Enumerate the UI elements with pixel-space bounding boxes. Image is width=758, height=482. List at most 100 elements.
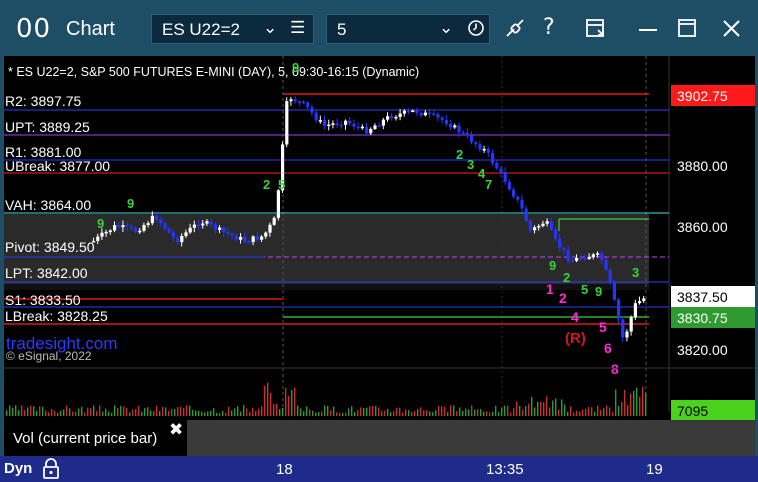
candle-body: [423, 112, 427, 116]
candle-body: [276, 190, 280, 218]
chevron-down-icon[interactable]: ⌄: [263, 18, 277, 38]
candle-body: [444, 119, 448, 124]
candle-body: [297, 101, 301, 104]
volume-bar: [597, 405, 599, 416]
candle-body: [432, 113, 436, 115]
volume-bar: [132, 409, 134, 416]
candle-body: [612, 282, 616, 300]
volume-bar: [165, 407, 167, 416]
volume-bar: [126, 407, 128, 416]
volume-bar: [81, 406, 83, 416]
volume-bar: [150, 410, 152, 416]
interval-selector[interactable]: 5 ⌄: [326, 14, 490, 44]
volume-bar: [579, 411, 581, 416]
chevron-down-icon[interactable]: ⌄: [439, 18, 453, 38]
volume-bar: [159, 411, 161, 416]
clock-icon[interactable]: [467, 19, 485, 37]
close-icon[interactable]: ✖: [169, 420, 183, 440]
volume-bar: [447, 412, 449, 416]
volume-bar: [219, 412, 221, 416]
level-label: R2: 3897.75: [5, 93, 81, 109]
td-setup-count: 4: [571, 309, 579, 325]
volume-bar: [408, 410, 410, 416]
volume-bar: [462, 410, 464, 416]
minimize-icon[interactable]: [636, 18, 660, 40]
volume-bar: [603, 408, 605, 416]
candle-body: [213, 224, 217, 230]
candle-body: [352, 123, 356, 127]
volume-bar: [363, 407, 365, 416]
candle-body: [247, 241, 251, 244]
time-axis-bar: Dyn 18 13:35 19: [0, 456, 758, 482]
candle-body: [381, 119, 385, 126]
td-setup-count: 2: [559, 290, 567, 306]
volume-bar: [372, 405, 374, 416]
volume-bar: [465, 408, 467, 416]
volume-bar: [39, 406, 41, 416]
volume-bar: [573, 412, 575, 416]
td-count: 3: [467, 157, 474, 172]
candle-body: [629, 317, 633, 332]
close-icon[interactable]: [720, 18, 744, 40]
volume-bar: [615, 389, 617, 416]
volume-bar: [147, 407, 149, 416]
volume-bar: [294, 387, 296, 416]
volume-bar: [564, 404, 566, 416]
candle-body: [507, 181, 511, 190]
lock-icon[interactable]: [42, 458, 60, 480]
candle-body: [453, 125, 457, 128]
reversal-marker: (R): [565, 330, 586, 347]
volume-bar: [231, 410, 233, 416]
candle-body: [596, 253, 600, 255]
settings-icon[interactable]: [584, 17, 608, 39]
candle-body: [138, 230, 142, 233]
volume-bar: [357, 410, 359, 416]
candle-body: [566, 250, 570, 261]
td-count: 2: [563, 270, 570, 285]
td-count: 9: [595, 284, 602, 299]
volume-bar: [141, 411, 143, 416]
volume-bar: [174, 409, 176, 416]
volume-bar: [21, 405, 23, 416]
candle-body: [440, 117, 444, 120]
volume-bar: [162, 406, 164, 416]
candle-body: [638, 301, 642, 304]
volume-bar: [288, 395, 290, 416]
volume-bar: [477, 409, 479, 416]
volume-badge-text: 7095: [677, 403, 708, 419]
volume-bar: [252, 407, 254, 416]
dynamic-toggle[interactable]: Dyn: [4, 460, 32, 477]
volume-bar: [435, 410, 437, 416]
volume-bar: [549, 407, 551, 416]
volume-bar: [171, 409, 173, 416]
price-axis-label: 3860.00: [677, 219, 728, 235]
candle-body: [264, 232, 268, 237]
volume-bar: [264, 385, 266, 416]
volume-study-label: Vol (current price bar): [13, 430, 158, 447]
volume-study-panel[interactable]: Vol (current price bar) ✖: [4, 420, 187, 456]
volume-bar: [429, 411, 431, 416]
volume-bar: [423, 410, 425, 416]
candle-body: [457, 125, 461, 133]
help-icon[interactable]: ?: [543, 15, 555, 40]
chart-area[interactable]: * ES U22=2, S&P 500 FUTURES E-MINI (DAY)…: [4, 56, 755, 456]
symbol-selector[interactable]: ES U22=2 ⌄ ☰: [151, 14, 314, 44]
volume-bar: [618, 406, 620, 416]
candle-body: [192, 224, 196, 228]
volume-bar: [291, 390, 293, 416]
candle-body: [512, 189, 516, 197]
candle-body: [621, 319, 625, 338]
symbol-menu-icon[interactable]: ☰: [290, 18, 305, 38]
candle-body: [411, 110, 415, 113]
volume-bar: [144, 408, 146, 416]
volume-study-strip: [187, 420, 755, 456]
volume-bar: [510, 412, 512, 416]
candle-body: [369, 128, 373, 134]
app-logo-icon: 00: [16, 14, 52, 44]
candle-body: [633, 303, 637, 318]
volume-bar: [567, 411, 569, 416]
maximize-icon[interactable]: [676, 17, 700, 39]
candle-body: [436, 114, 440, 118]
volume-bar: [558, 409, 560, 416]
link-icon[interactable]: [504, 18, 530, 40]
